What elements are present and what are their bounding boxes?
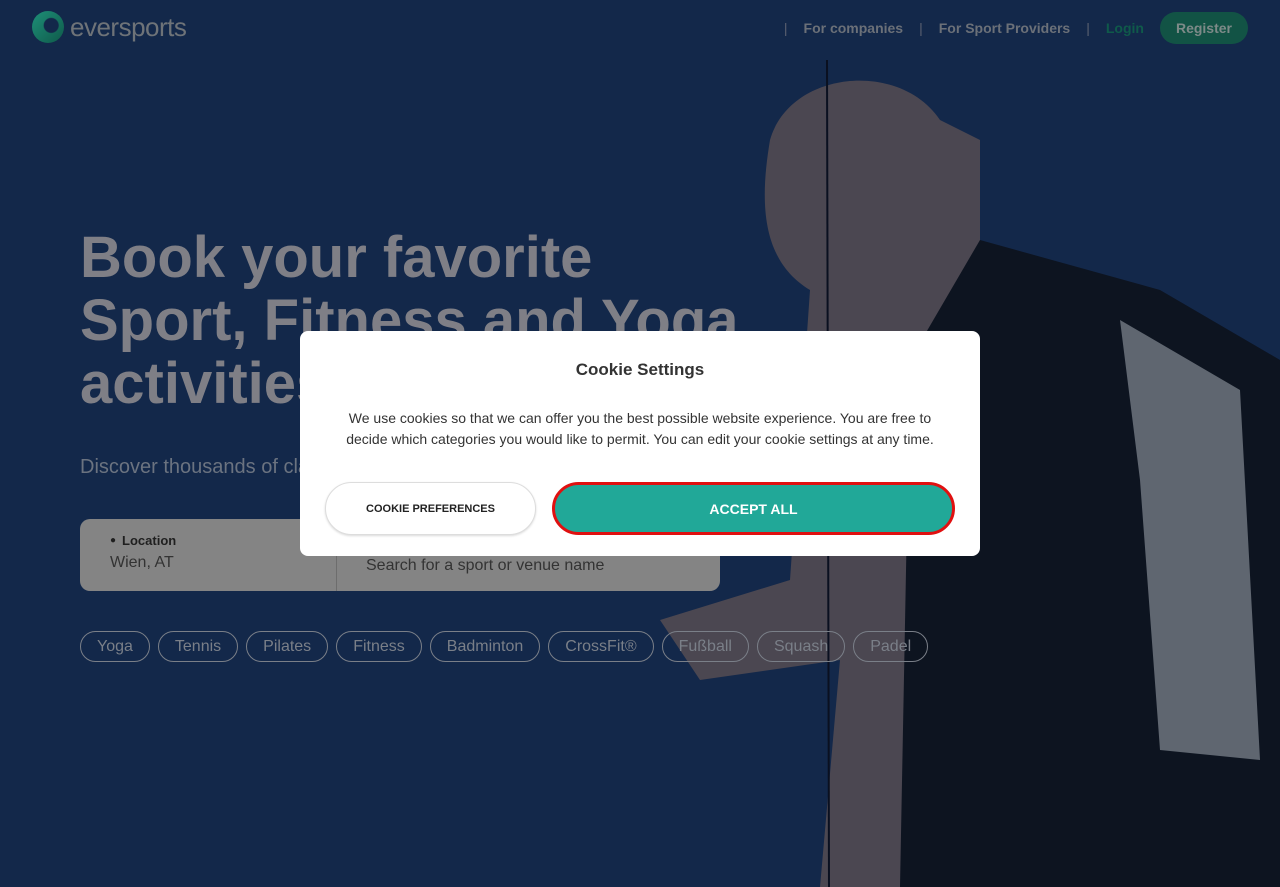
cookie-text: We use cookies so that we can offer you … bbox=[346, 410, 934, 447]
cookie-title: Cookie Settings bbox=[575, 360, 705, 379]
cookie-dialog: Cookie Settings We use cookies so that w… bbox=[300, 331, 980, 556]
accept-all-button[interactable]: ACCEPT ALL bbox=[552, 482, 955, 535]
cookie-preferences-button[interactable]: COOKIE PREFERENCES bbox=[325, 482, 536, 535]
